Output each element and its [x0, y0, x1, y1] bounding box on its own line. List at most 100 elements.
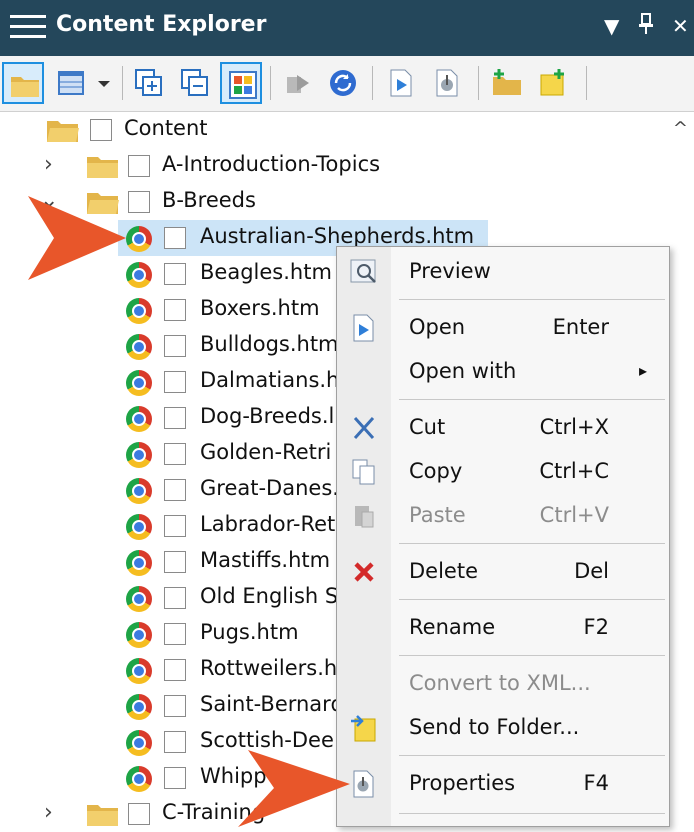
title-bar: Content Explorer ▼ ✕ [0, 0, 694, 56]
hamburger-menu-icon[interactable] [10, 15, 46, 41]
checkbox[interactable] [164, 515, 186, 537]
toolbar [0, 56, 694, 112]
menu-item-properties[interactable]: Properties F4 [337, 761, 671, 805]
chrome-icon [126, 298, 152, 324]
tree-item-label: Boxers.htm [200, 296, 320, 320]
checkbox[interactable] [164, 551, 186, 573]
checkbox[interactable] [164, 695, 186, 717]
checkbox[interactable] [164, 227, 186, 249]
tree-item-label: Dalmatians.h [200, 368, 340, 392]
checkbox[interactable] [164, 731, 186, 753]
close-icon[interactable]: ✕ [672, 12, 689, 40]
chrome-icon [126, 514, 152, 540]
menu-item-preview[interactable]: Preview [337, 249, 671, 293]
properties-icon [353, 770, 374, 798]
tree-item-label: Golden-Retri [200, 440, 332, 464]
open-file-icon [353, 314, 374, 342]
sync-icon[interactable] [322, 62, 364, 104]
checkbox[interactable] [164, 479, 186, 501]
chrome-icon [126, 334, 152, 360]
chevron-right-icon[interactable]: › [44, 800, 53, 825]
menu-item-copy[interactable]: Copy Ctrl+C [337, 449, 671, 493]
tree-item-label: Beagles.htm [200, 260, 332, 284]
tree-item-label: Old English S [200, 584, 339, 608]
tree-item-label: Saint-Bernard [200, 692, 344, 716]
tree-item-label: A-Introduction-Topics [162, 152, 381, 176]
tree-item-label: Pugs.htm [200, 620, 299, 644]
menu-item-delete[interactable]: Delete Del [337, 549, 671, 593]
dropdown-icon[interactable]: ▼ [604, 12, 619, 40]
paste-icon [355, 506, 374, 528]
folder-open-icon [47, 121, 79, 142]
tree-folder-a[interactable]: › A-Introduction-Topics [0, 148, 694, 184]
checkbox[interactable] [164, 767, 186, 789]
checkbox[interactable] [128, 803, 150, 825]
panel-title: Content Explorer [56, 12, 267, 37]
chrome-icon [126, 694, 152, 720]
dropdown-arrow-icon[interactable] [92, 62, 116, 104]
context-menu: Preview Open Enter Open with ▸ Cut Ctrl+… [336, 246, 670, 827]
checkbox[interactable] [164, 443, 186, 465]
open-folder-icon[interactable] [2, 62, 44, 104]
menu-item-open-with[interactable]: Open with ▸ [337, 349, 671, 393]
chevron-right-icon[interactable]: › [44, 152, 53, 177]
checkbox[interactable] [128, 191, 150, 213]
chrome-icon [126, 406, 152, 432]
tree-item-label: Dog-Breeds.l [200, 404, 335, 428]
chrome-icon [126, 658, 152, 684]
tree-item-label: Scottish-Dee [200, 728, 334, 752]
scissors-icon [353, 416, 375, 440]
checkbox[interactable] [164, 623, 186, 645]
checkbox[interactable] [164, 299, 186, 321]
tree-item-label: Labrador-Ret [200, 512, 336, 536]
collapse-all-icon[interactable] [174, 62, 216, 104]
chrome-icon [126, 730, 152, 756]
submenu-arrow-icon: ▸ [638, 361, 647, 380]
checkbox[interactable] [164, 263, 186, 285]
preview-icon [350, 259, 376, 283]
chrome-icon [126, 586, 152, 612]
color-grid-icon[interactable] [220, 62, 262, 104]
menu-item-rename[interactable]: Rename F2 [337, 605, 671, 649]
menu-item-send-to-folder[interactable]: Send to Folder... [337, 705, 671, 749]
pin-icon[interactable] [638, 12, 654, 45]
delete-icon [354, 562, 374, 582]
tree-item-label: Content [124, 116, 208, 140]
checkbox[interactable] [90, 119, 112, 141]
menu-item-convert-to-xml[interactable]: Convert to XML... [337, 661, 671, 705]
checkbox[interactable] [164, 659, 186, 681]
callout-arrow-icon [28, 196, 126, 280]
tree-item-label: Mastiffs.htm [200, 548, 331, 572]
tree-item-label: Bulldogs.htm [200, 332, 339, 356]
checkbox[interactable] [164, 407, 186, 429]
properties-icon[interactable] [426, 62, 468, 104]
move-icon[interactable] [278, 62, 320, 104]
chrome-icon [126, 262, 152, 288]
menu-item-cut[interactable]: Cut Ctrl+X [337, 405, 671, 449]
send-to-folder-icon [351, 715, 376, 742]
chrome-icon [126, 766, 152, 792]
new-folder-icon[interactable] [486, 62, 528, 104]
tree-item-label: B-Breeds [162, 188, 256, 212]
tree-root[interactable]: Content [0, 112, 694, 148]
expand-all-icon[interactable] [128, 62, 170, 104]
checkbox[interactable] [128, 155, 150, 177]
checkbox[interactable] [164, 335, 186, 357]
chrome-icon [126, 622, 152, 648]
folder-icon [87, 157, 118, 178]
grid-view-icon[interactable] [50, 62, 92, 104]
menu-item-open[interactable]: Open Enter [337, 305, 671, 349]
menu-item-paste[interactable]: Paste Ctrl+V [337, 493, 671, 537]
checkbox[interactable] [164, 587, 186, 609]
new-item-icon[interactable] [532, 62, 574, 104]
open-file-icon[interactable] [380, 62, 422, 104]
tree-item-label: Australian-Shepherds.htm [200, 224, 475, 248]
chrome-icon [126, 442, 152, 468]
checkbox[interactable] [164, 371, 186, 393]
callout-arrow-icon [238, 750, 350, 827]
chrome-icon [126, 550, 152, 576]
copy-icon [352, 459, 375, 485]
chrome-icon [126, 370, 152, 396]
tree-item-label: Rottweilers.h [200, 656, 338, 680]
tree-item-label: Great-Danes. [200, 476, 339, 500]
